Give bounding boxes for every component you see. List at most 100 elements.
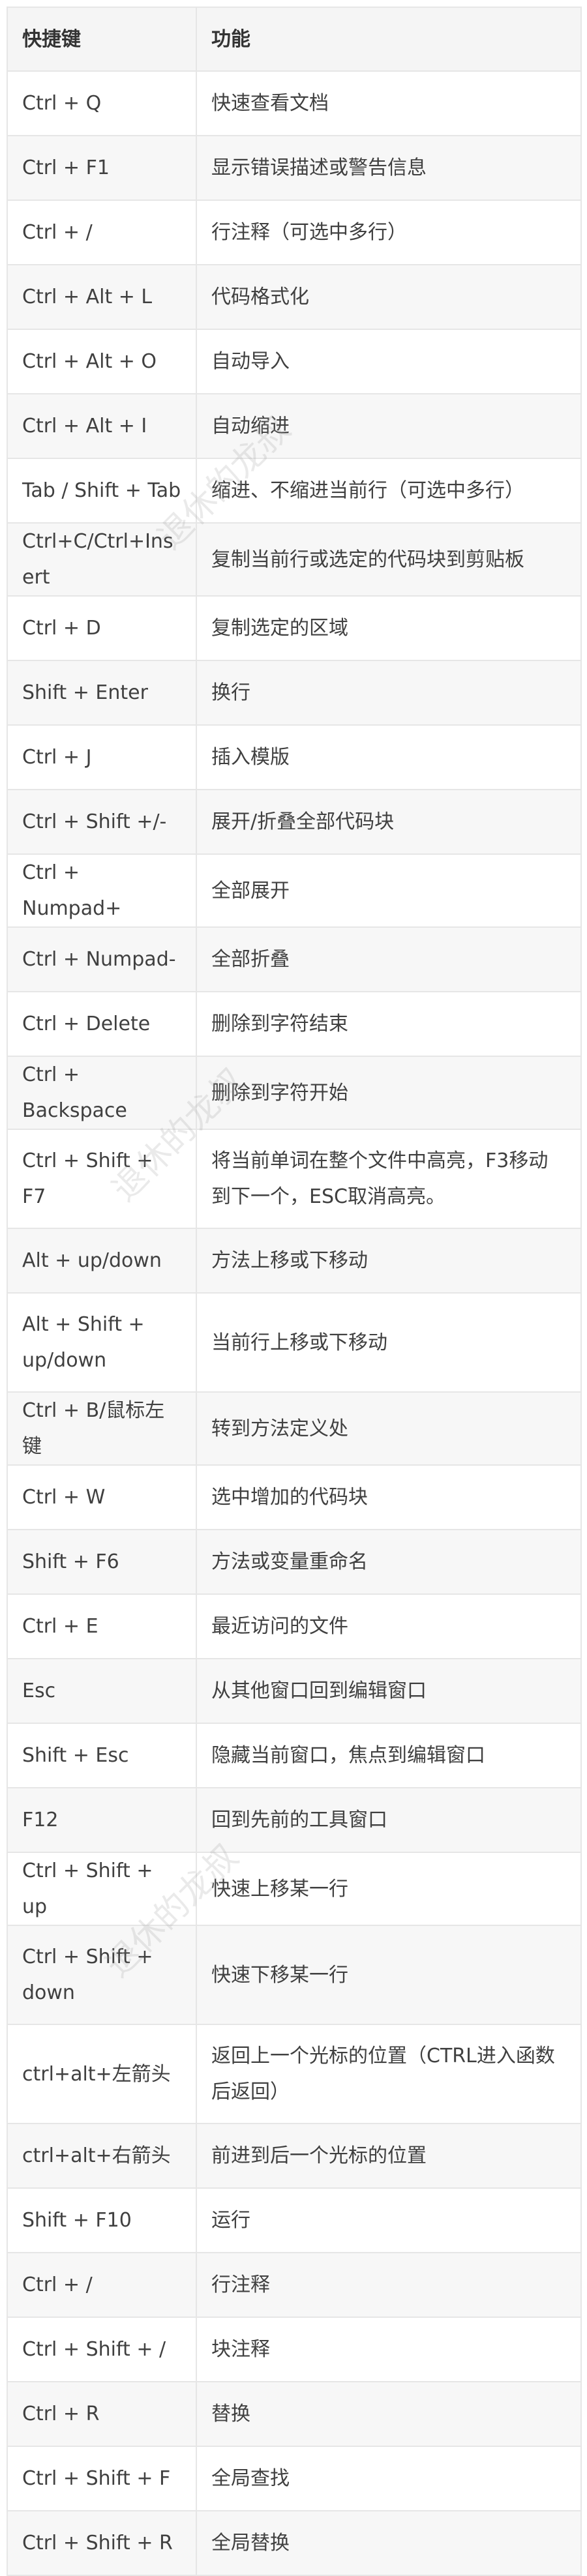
- function-cell: 全部展开: [196, 853, 582, 928]
- shortcut-cell: Ctrl + Delete: [7, 991, 197, 1057]
- table-row: Ctrl + / 行注释: [7, 2252, 582, 2318]
- shortcut-cell: Ctrl + Shift + R: [7, 2510, 197, 2576]
- shortcut-cell: Alt + up/down: [7, 1228, 197, 1294]
- function-cell: 方法上移或下移动: [196, 1228, 582, 1294]
- shortcut-cell: Ctrl + Numpad-: [7, 926, 197, 992]
- table-row: Tab / Shift + Tab 缩进、不缩进当前行（可选中多行）: [7, 458, 582, 524]
- header-shortcut: 快捷键: [7, 7, 197, 72]
- shortcut-cell: Ctrl + E: [7, 1593, 197, 1659]
- table-row: Ctrl + Shift + R 全局替换: [7, 2510, 582, 2576]
- function-cell: 最近访问的文件: [196, 1593, 582, 1659]
- function-cell: 换行: [196, 660, 582, 726]
- table-row: Ctrl + Numpad- 全部折叠: [7, 926, 582, 992]
- function-cell: 删除到字符结束: [196, 991, 582, 1057]
- shortcut-cell: Ctrl + J: [7, 724, 197, 790]
- function-cell: 全部折叠: [196, 926, 582, 992]
- shortcut-cell: Ctrl + Alt + O: [7, 329, 197, 394]
- function-cell: 运行: [196, 2187, 582, 2253]
- function-cell: 代码格式化: [196, 264, 582, 330]
- shortcut-cell: Ctrl + /: [7, 2252, 197, 2318]
- shortcut-cell: Ctrl + Shift + down: [7, 1925, 197, 2025]
- table-row: Alt + Shift + up/down 当前行上移或下移动: [7, 1292, 582, 1393]
- shortcut-cell: Ctrl + Shift + F: [7, 2446, 197, 2511]
- function-cell: 块注释: [196, 2317, 582, 2382]
- shortcut-cell: Tab / Shift + Tab: [7, 458, 197, 524]
- function-cell: 将当前单词在整个文件中高亮，F3移动到下一个，ESC取消高亮。: [196, 1129, 582, 1229]
- function-cell: 方法或变量重命名: [196, 1529, 582, 1595]
- table-row: Ctrl + Shift +/- 展开/折叠全部代码块: [7, 789, 582, 855]
- function-cell: 复制选定的区域: [196, 595, 582, 661]
- function-cell: 选中增加的代码块: [196, 1464, 582, 1530]
- shortcut-cell: Ctrl + Shift +/-: [7, 789, 197, 855]
- table-row: Shift + F6 方法或变量重命名: [7, 1529, 582, 1595]
- shortcut-cell: Ctrl + Alt + L: [7, 264, 197, 330]
- function-cell: 自动导入: [196, 329, 582, 394]
- function-cell: 缩进、不缩进当前行（可选中多行）: [196, 458, 582, 524]
- table-row: Ctrl + Shift + / 块注释: [7, 2317, 582, 2382]
- function-cell: 从其他窗口回到编辑窗口: [196, 1658, 582, 1724]
- function-cell: 自动缩进: [196, 393, 582, 459]
- table-row: F12 回到先前的工具窗口: [7, 1787, 582, 1853]
- table-row: Ctrl + B/鼠标左键 转到方法定义处: [7, 1391, 582, 1466]
- table-row: Ctrl + Alt + L 代码格式化: [7, 264, 582, 330]
- table-row: Ctrl + / 行注释（可选中多行）: [7, 200, 582, 265]
- shortcut-cell: ctrl+alt+左箭头: [7, 2024, 197, 2124]
- table-row: ctrl+alt+右箭头 前进到后一个光标的位置: [7, 2123, 582, 2189]
- shortcut-cell: Ctrl + Alt + I: [7, 393, 197, 459]
- table-row: Shift + F10 运行: [7, 2187, 582, 2253]
- shortcut-cell: Shift + F10: [7, 2187, 197, 2253]
- table-row: Ctrl + Shift + down 快速下移某一行: [7, 1925, 582, 2025]
- shortcut-cell: Ctrl + Backspace: [7, 1056, 197, 1130]
- page: 快捷键 功能 Ctrl + Q 快速查看文档 Ctrl + F1 显示错误描述或警告…: [0, 0, 587, 2576]
- table-row: Alt + up/down 方法上移或下移动: [7, 1228, 582, 1294]
- shortcut-cell: Ctrl + Numpad+: [7, 853, 197, 928]
- function-cell: 行注释（可选中多行）: [196, 200, 582, 265]
- table-row: Ctrl + Alt + I 自动缩进: [7, 393, 582, 459]
- shortcut-cell: Ctrl + B/鼠标左键: [7, 1391, 197, 1466]
- table-row: Ctrl + F1 显示错误描述或警告信息: [7, 135, 582, 201]
- shortcut-cell: Ctrl + /: [7, 200, 197, 265]
- function-cell: 全局替换: [196, 2510, 582, 2576]
- table-row: Ctrl + J 插入模版: [7, 724, 582, 790]
- table-header-row: 快捷键 功能: [7, 7, 582, 72]
- function-cell: 回到先前的工具窗口: [196, 1787, 582, 1853]
- shortcut-cell: Alt + Shift + up/down: [7, 1292, 197, 1393]
- shortcut-cell: Ctrl + R: [7, 2381, 197, 2447]
- function-cell: 复制当前行或选定的代码块到剪贴板: [196, 522, 582, 597]
- function-cell: 插入模版: [196, 724, 582, 790]
- table-row: Ctrl+C/Ctrl+Insert 复制当前行或选定的代码块到剪贴板: [7, 522, 582, 597]
- shortcut-cell: Ctrl + Q: [7, 70, 197, 136]
- function-cell: 隐藏当前窗口，焦点到编辑窗口: [196, 1723, 582, 1788]
- table-row: Shift + Enter 换行: [7, 660, 582, 726]
- table-row: Ctrl + R 替换: [7, 2381, 582, 2447]
- table-row: Ctrl + Alt + O 自动导入: [7, 329, 582, 394]
- shortcut-cell: Ctrl + W: [7, 1464, 197, 1530]
- function-cell: 前进到后一个光标的位置: [196, 2123, 582, 2189]
- function-cell: 返回上一个光标的位置（CTRL进入函数后返回）: [196, 2024, 582, 2124]
- shortcut-cell: Ctrl+C/Ctrl+Insert: [7, 522, 197, 597]
- table-row: Ctrl + W 选中增加的代码块: [7, 1464, 582, 1530]
- table-row: Ctrl + Backspace 删除到字符开始: [7, 1056, 582, 1130]
- function-cell: 替换: [196, 2381, 582, 2447]
- table-row: Ctrl + Shift + F 全局查找: [7, 2446, 582, 2511]
- table-row: Shift + Esc 隐藏当前窗口，焦点到编辑窗口: [7, 1723, 582, 1788]
- function-cell: 删除到字符开始: [196, 1056, 582, 1130]
- table-row: Esc 从其他窗口回到编辑窗口: [7, 1658, 582, 1724]
- shortcut-cell: Ctrl + Shift + up: [7, 1852, 197, 1926]
- shortcut-cell: Shift + Esc: [7, 1723, 197, 1788]
- shortcut-cell: ctrl+alt+右箭头: [7, 2123, 197, 2189]
- function-cell: 快速查看文档: [196, 70, 582, 136]
- table-row: Ctrl + Numpad+ 全部展开: [7, 853, 582, 928]
- function-cell: 当前行上移或下移动: [196, 1292, 582, 1393]
- shortcut-cell: Esc: [7, 1658, 197, 1724]
- function-cell: 转到方法定义处: [196, 1391, 582, 1466]
- table-row: Ctrl + Delete 删除到字符结束: [7, 991, 582, 1057]
- table-row: Ctrl + Q 快速查看文档: [7, 70, 582, 136]
- shortcut-table: 快捷键 功能 Ctrl + Q 快速查看文档 Ctrl + F1 显示错误描述或警告…: [7, 7, 582, 2576]
- function-cell: 快速下移某一行: [196, 1925, 582, 2025]
- table-row: Ctrl + Shift + F7 将当前单词在整个文件中高亮，F3移动到下一个，…: [7, 1129, 582, 1229]
- function-cell: 显示错误描述或警告信息: [196, 135, 582, 201]
- shortcut-cell: Ctrl + Shift + /: [7, 2317, 197, 2382]
- shortcut-cell: Shift + Enter: [7, 660, 197, 726]
- table-row: ctrl+alt+左箭头 返回上一个光标的位置（CTRL进入函数后返回）: [7, 2024, 582, 2124]
